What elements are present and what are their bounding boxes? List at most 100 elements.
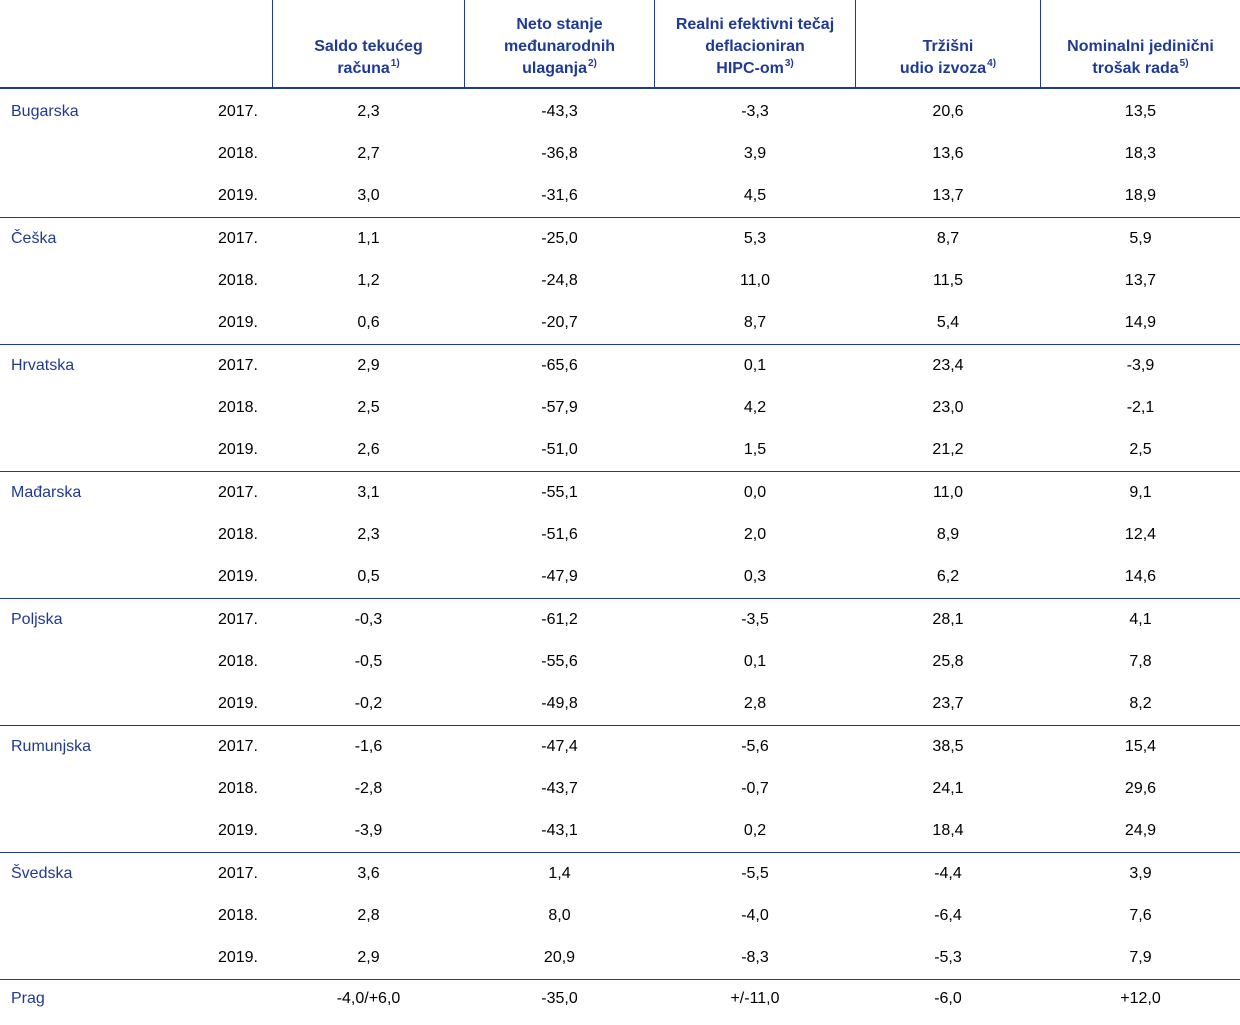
table-cell: 9,1 xyxy=(1129,484,1152,501)
table-cell: 0,1 xyxy=(743,357,767,374)
table-cell: 7,9 xyxy=(1129,949,1152,966)
table-cell: 8,7 xyxy=(743,314,767,331)
table-cell: 3,1 xyxy=(357,484,380,501)
table-cell: 25,8 xyxy=(932,653,964,670)
table-cell: 2,8 xyxy=(743,695,767,712)
year-label: 2018. xyxy=(217,653,258,670)
threshold-row: Prag -4,0/+6,0 -35,0 +/-11,0 -6,0 +12,0 xyxy=(0,978,1240,1020)
table-cell: -55,1 xyxy=(541,484,578,501)
year-label: 2019. xyxy=(217,441,258,458)
table-cell: 13,5 xyxy=(1124,103,1157,120)
table-cell: 1,5 xyxy=(743,441,767,458)
country-group: Mađarska 2017. 3,1 -55,1 0,0 11,0 9,1 2018. 2,3 -… xyxy=(0,472,1240,599)
table-cell: 8,9 xyxy=(936,526,960,543)
table-cell: 12,4 xyxy=(1124,526,1157,543)
table-cell: 18,3 xyxy=(1124,145,1157,162)
column-header-current-account: Saldo tekućeg računa1) xyxy=(314,38,423,77)
table-cell: 2,0 xyxy=(743,526,767,543)
table-cell: -8,3 xyxy=(741,949,769,966)
country-group: Švedska 2017. 3,6 1,4 -5,5 -4,4 3,9 2018. 2,8 8,0… xyxy=(0,853,1240,980)
table-cell: -0,7 xyxy=(741,780,769,797)
footnote-ref: 1) xyxy=(390,57,400,69)
country-name: Rumunjska xyxy=(11,738,92,755)
table-cell: -51,0 xyxy=(541,441,578,458)
table-cell: 1,4 xyxy=(548,865,571,882)
table-cell: 13,7 xyxy=(932,187,964,204)
table-cell: -65,6 xyxy=(541,357,578,374)
table-row: 2019. -0,2 -49,8 2,8 23,7 8,2 xyxy=(0,683,1240,725)
table-cell: 2,8 xyxy=(357,907,380,924)
table-cell: -49,8 xyxy=(541,695,578,712)
footnote-ref: 4) xyxy=(987,57,997,69)
table-row: 2018. 2,3 -51,6 2,0 8,9 12,4 xyxy=(0,514,1240,556)
table-cell: -4,0/+6,0 xyxy=(336,990,401,1007)
year-label: 2019. xyxy=(217,949,258,966)
table-cell: 5,9 xyxy=(1129,230,1152,247)
country-name: Poljska xyxy=(11,611,63,628)
table-cell: -1,6 xyxy=(354,738,383,755)
year-label: 2018. xyxy=(217,145,258,162)
table-cell: 11,5 xyxy=(933,272,963,289)
year-label: 2019. xyxy=(217,314,258,331)
year-label: 2017. xyxy=(217,357,258,374)
country-name: Češka xyxy=(11,230,57,247)
table-cell: 1,1 xyxy=(357,230,380,247)
table-row: 2018. 2,5 -57,9 4,2 23,0 -2,1 xyxy=(0,387,1240,429)
table-cell: 3,9 xyxy=(1129,865,1152,882)
table-cell: 0,1 xyxy=(743,653,767,670)
table-cell: -24,8 xyxy=(541,272,578,289)
country-group: Poljska 2017. -0,3 -61,2 -3,5 28,1 4,1 2018. -0,… xyxy=(0,599,1240,726)
table-cell: 28,1 xyxy=(932,611,964,628)
table-cell: 7,8 xyxy=(1129,653,1152,670)
table-cell: 3,0 xyxy=(357,187,380,204)
table-cell: -47,9 xyxy=(541,568,578,585)
table-cell: 4,5 xyxy=(743,187,767,204)
table-cell: 13,6 xyxy=(932,145,964,162)
table-cell: -0,3 xyxy=(354,611,383,628)
table-row: Hrvatska 2017. 2,9 -65,6 0,1 23,4 -3,9 xyxy=(0,345,1240,387)
table-cell: 23,0 xyxy=(932,399,964,416)
table-cell: 7,6 xyxy=(1129,907,1152,924)
table-cell: -43,7 xyxy=(541,780,578,797)
year-label: 2019. xyxy=(217,568,258,585)
table-cell: 8,2 xyxy=(1129,695,1152,712)
table-cell: 18,4 xyxy=(932,822,964,839)
table-row: 2019. 0,6 -20,7 8,7 5,4 14,9 xyxy=(0,302,1240,344)
table-row: 2018. 1,2 -24,8 11,0 11,5 13,7 xyxy=(0,260,1240,302)
threshold-label: Prag xyxy=(11,990,45,1007)
footnote-ref: 5) xyxy=(1179,57,1189,69)
table-row: 2019. 2,9 20,9 -8,3 -5,3 7,9 xyxy=(0,937,1240,979)
table-cell: 3,9 xyxy=(743,145,767,162)
table-cell: 8,0 xyxy=(548,907,571,924)
table-cell: 0,5 xyxy=(357,568,380,585)
year-label: 2018. xyxy=(217,907,258,924)
table-row: Češka 2017. 1,1 -25,0 5,3 8,7 5,9 xyxy=(0,218,1240,260)
table-cell: -3,5 xyxy=(741,611,769,628)
year-label: 2018. xyxy=(217,399,258,416)
table-row: 2018. 2,7 -36,8 3,9 13,6 18,3 xyxy=(0,133,1240,175)
table-cell: +/-11,0 xyxy=(730,990,780,1007)
table-cell: -3,9 xyxy=(1126,357,1155,374)
table-row: 2019. 3,0 -31,6 4,5 13,7 18,9 xyxy=(0,175,1240,217)
table-cell: 2,9 xyxy=(357,949,380,966)
table-cell: -2,1 xyxy=(1126,399,1155,416)
table-cell: 18,9 xyxy=(1124,187,1157,204)
table-row: Švedska 2017. 3,6 1,4 -5,5 -4,4 3,9 xyxy=(0,853,1240,895)
table-cell: -2,8 xyxy=(354,780,383,797)
table-cell: 21,2 xyxy=(932,441,964,458)
year-label: 2017. xyxy=(217,103,258,120)
table-row: 2018. 2,8 8,0 -4,0 -6,4 7,6 xyxy=(0,895,1240,937)
year-label: 2018. xyxy=(217,272,258,289)
year-label: 2019. xyxy=(217,187,258,204)
table-cell: -25,0 xyxy=(541,230,578,247)
table-cell: 14,6 xyxy=(1124,568,1157,585)
table-cell: -43,3 xyxy=(541,103,578,120)
table-cell: -57,9 xyxy=(541,399,578,416)
table-cell: 11,0 xyxy=(740,272,770,289)
table-cell: 4,1 xyxy=(1129,611,1152,628)
table-cell: 5,4 xyxy=(936,314,960,331)
table-cell: 2,3 xyxy=(357,526,380,543)
table-cell: 2,5 xyxy=(357,399,380,416)
table-row: 2019. 2,6 -51,0 1,5 21,2 2,5 xyxy=(0,429,1240,471)
table-cell: 0,6 xyxy=(357,314,380,331)
